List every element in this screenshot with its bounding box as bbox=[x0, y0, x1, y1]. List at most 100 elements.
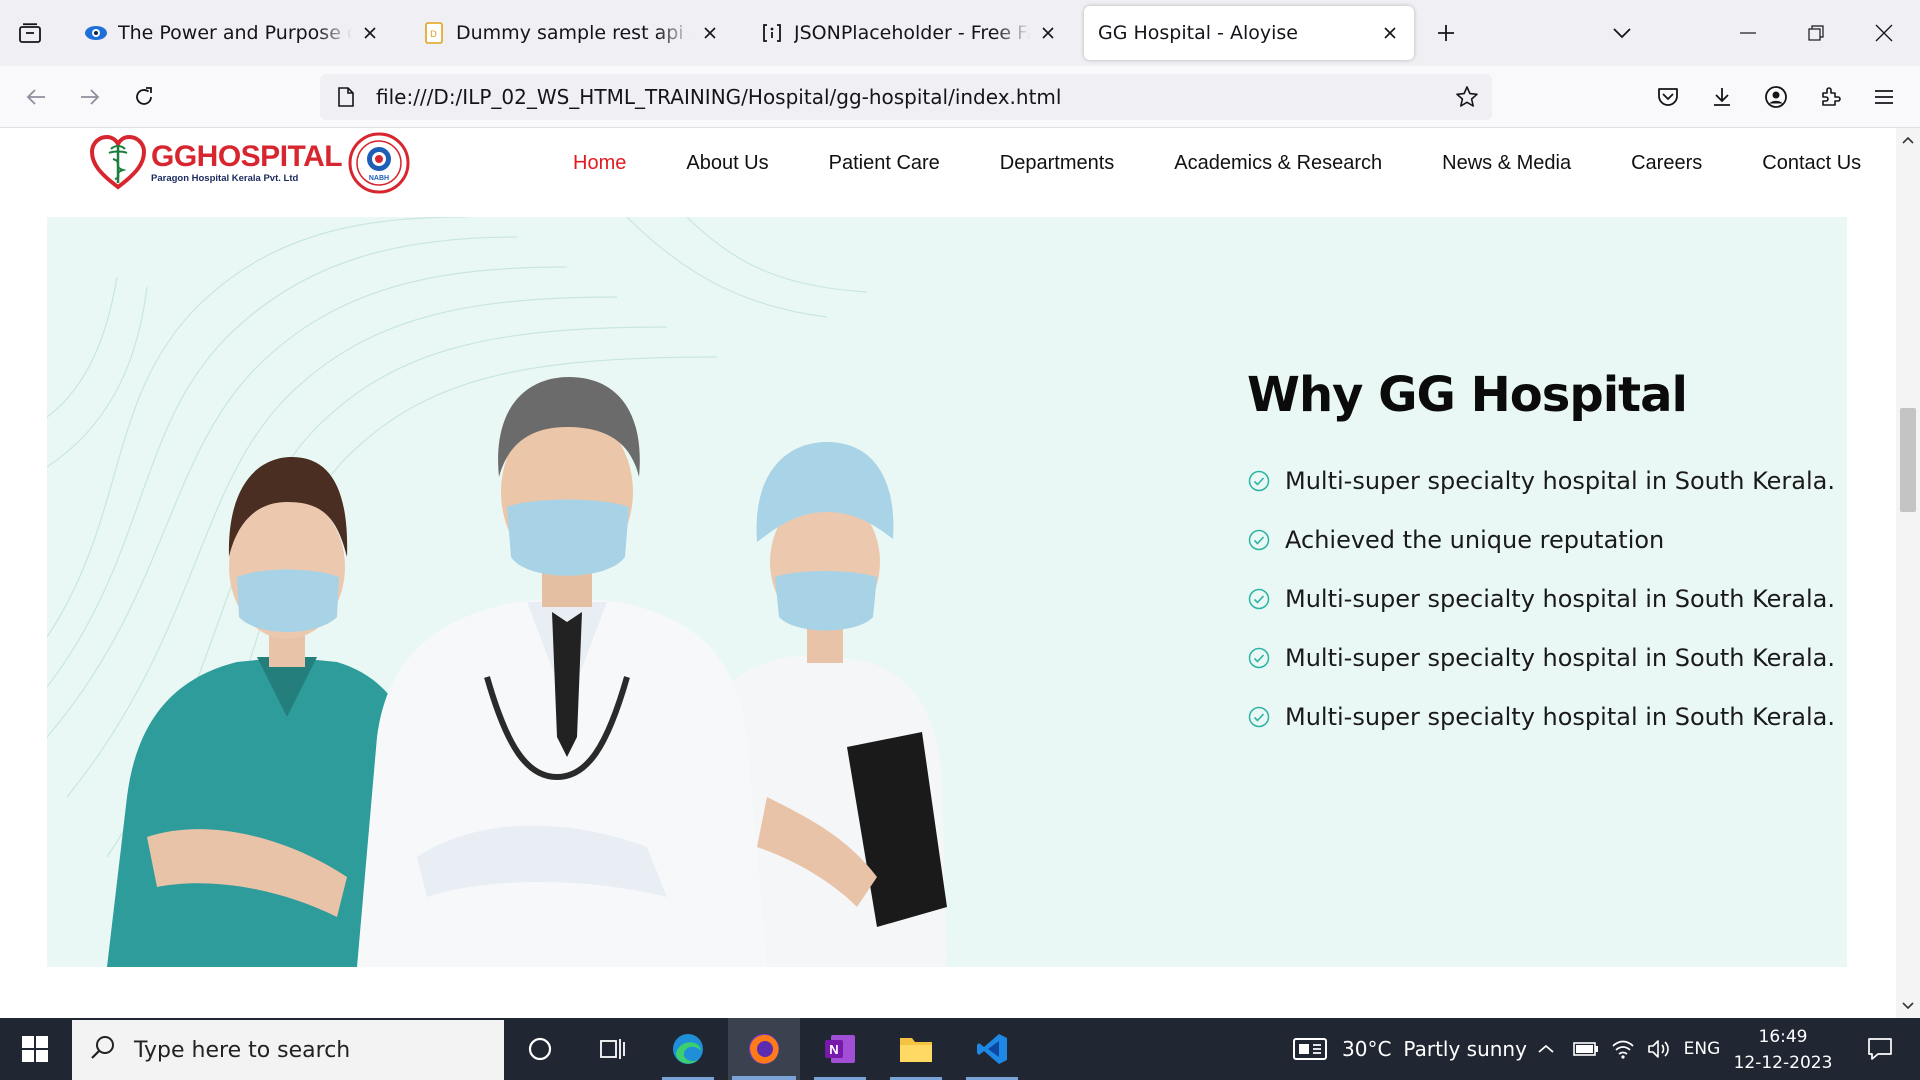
page-scrollbar[interactable] bbox=[1896, 128, 1920, 1018]
close-icon[interactable] bbox=[1036, 21, 1060, 45]
browser-tab[interactable]: JSONPlaceholder - Free Fake REST bbox=[746, 6, 1072, 60]
clock-date: 12-12-2023 bbox=[1733, 1053, 1833, 1073]
windows-taskbar: Type here to search N 30°C Partly sunny … bbox=[0, 1018, 1920, 1080]
list-item: Multi-super specialty hospital in South … bbox=[1247, 628, 1835, 687]
page-icon bbox=[334, 85, 358, 109]
check-circle-icon bbox=[1247, 705, 1271, 729]
download-icon[interactable] bbox=[1704, 79, 1740, 115]
tab-title: GG Hospital - Aloyise bbox=[1098, 22, 1298, 44]
check-circle-icon bbox=[1247, 528, 1271, 552]
doctor-figure-center bbox=[357, 377, 767, 967]
nav-careers[interactable]: Careers bbox=[1631, 152, 1702, 175]
clock-time: 16:49 bbox=[1758, 1027, 1808, 1047]
volume-icon[interactable] bbox=[1642, 1018, 1676, 1080]
svg-text:D: D bbox=[430, 30, 437, 40]
account-icon[interactable] bbox=[1758, 79, 1794, 115]
bookmark-star-icon[interactable] bbox=[1452, 82, 1482, 112]
browser-tab[interactable]: The Power and Purpose of Team bbox=[70, 6, 394, 60]
list-item-text: Multi-super specialty hospital in South … bbox=[1285, 643, 1836, 672]
windows-start-icon[interactable] bbox=[0, 1018, 70, 1080]
list-item-text: Multi-super specialty hospital in South … bbox=[1285, 466, 1836, 495]
site-header: GGHOSPITAL Paragon Hospital Kerala Pvt. … bbox=[47, 128, 1896, 202]
why-list: Multi-super specialty hospital in South … bbox=[1247, 451, 1835, 746]
address-bar[interactable]: file:///D:/ILP_02_WS_HTML_TRAINING/Hospi… bbox=[320, 74, 1492, 120]
extensions-icon[interactable] bbox=[1812, 79, 1848, 115]
list-item: Multi-super specialty hospital in South … bbox=[1247, 687, 1835, 746]
file-explorer-icon[interactable] bbox=[880, 1018, 952, 1080]
wifi-icon[interactable] bbox=[1606, 1018, 1640, 1080]
vscode-icon[interactable] bbox=[956, 1018, 1028, 1080]
nav-about-us[interactable]: About Us bbox=[686, 152, 768, 175]
chevron-up-icon[interactable] bbox=[1530, 1018, 1562, 1080]
nav-news-media[interactable]: News & Media bbox=[1442, 152, 1571, 175]
chevron-down-icon[interactable] bbox=[1604, 15, 1640, 51]
scroll-down-icon[interactable] bbox=[1900, 998, 1916, 1014]
edge-browser-icon[interactable] bbox=[652, 1018, 724, 1080]
firefox-icon[interactable] bbox=[728, 1018, 800, 1080]
task-view-icon[interactable] bbox=[576, 1018, 648, 1080]
onenote-icon[interactable]: N bbox=[804, 1018, 876, 1080]
browser-tab[interactable]: D Dummy sample rest api - dummy bbox=[408, 6, 734, 60]
tab-title: Dummy sample rest api - dummy bbox=[456, 22, 692, 44]
nav-contact-us[interactable]: Contact Us bbox=[1762, 152, 1861, 175]
close-icon[interactable] bbox=[698, 21, 722, 45]
tab-list-icon[interactable] bbox=[12, 15, 48, 51]
close-icon[interactable] bbox=[358, 21, 382, 45]
why-section: Why GG Hospital Multi-super specialty ho… bbox=[47, 217, 1847, 967]
list-item-text: Multi-super specialty hospital in South … bbox=[1285, 702, 1836, 731]
browser-tab-bar: The Power and Purpose of Team D Dummy sa… bbox=[0, 0, 1920, 66]
list-item: Achieved the unique reputation bbox=[1247, 510, 1835, 569]
medical-staff-illustration bbox=[107, 377, 947, 967]
eye-logo-icon bbox=[84, 21, 108, 45]
system-clock[interactable]: 16:49 12-12-2023 bbox=[1728, 1024, 1838, 1076]
forward-arrow-icon[interactable] bbox=[72, 79, 108, 115]
why-title: Why GG Hospital bbox=[1247, 367, 1688, 423]
back-arrow-icon[interactable] bbox=[18, 79, 54, 115]
nav-patient-care[interactable]: Patient Care bbox=[829, 152, 940, 175]
hamburger-menu-icon[interactable] bbox=[1866, 79, 1902, 115]
nav-home[interactable]: Home bbox=[573, 152, 626, 175]
caduceus-heart-icon bbox=[89, 134, 147, 190]
notifications-icon[interactable] bbox=[1850, 1018, 1910, 1080]
close-icon[interactable] bbox=[1378, 21, 1402, 45]
list-item-text: Multi-super specialty hospital in South … bbox=[1285, 584, 1836, 613]
minimize-icon[interactable] bbox=[1714, 0, 1782, 66]
logo-name: GGHOSPITAL bbox=[151, 140, 343, 173]
list-item: Multi-super specialty hospital in South … bbox=[1247, 569, 1835, 628]
weather-temp: 30°C bbox=[1342, 1037, 1392, 1061]
scroll-up-icon[interactable] bbox=[1900, 132, 1916, 148]
news-weather-icon bbox=[1290, 1034, 1330, 1064]
list-item-text: Achieved the unique reputation bbox=[1285, 525, 1665, 554]
tab-title: The Power and Purpose of Team bbox=[118, 22, 352, 44]
site-logo[interactable]: GGHOSPITAL Paragon Hospital Kerala Pvt. … bbox=[89, 132, 410, 194]
check-circle-icon bbox=[1247, 587, 1271, 611]
cortana-icon[interactable] bbox=[504, 1018, 576, 1080]
nabh-badge-icon: NABH bbox=[348, 132, 410, 194]
url-text: file:///D:/ILP_02_WS_HTML_TRAINING/Hospi… bbox=[376, 85, 1062, 109]
input-language[interactable]: ENG bbox=[1680, 1018, 1724, 1080]
tab-title: JSONPlaceholder - Free Fake REST bbox=[794, 22, 1030, 44]
nav-academics-research[interactable]: Academics & Research bbox=[1174, 152, 1382, 175]
page-viewport: GGHOSPITAL Paragon Hospital Kerala Pvt. … bbox=[0, 128, 1896, 1018]
site-nav: Home About Us Patient Care Departments A… bbox=[573, 152, 1896, 175]
brackets-favicon-icon bbox=[760, 21, 784, 45]
document-favicon-icon: D bbox=[422, 21, 446, 45]
weather-widget[interactable]: 30°C Partly sunny bbox=[1290, 1018, 1527, 1080]
pocket-icon[interactable] bbox=[1650, 79, 1686, 115]
logo-subtitle: Paragon Hospital Kerala Pvt. Ltd bbox=[151, 173, 299, 184]
browser-navbar: file:///D:/ILP_02_WS_HTML_TRAINING/Hospi… bbox=[0, 66, 1920, 128]
new-tab-icon[interactable] bbox=[1428, 15, 1464, 51]
window-close-icon[interactable] bbox=[1850, 0, 1918, 66]
scrollbar-thumb[interactable] bbox=[1900, 408, 1916, 512]
nav-departments[interactable]: Departments bbox=[1000, 152, 1115, 175]
browser-tab-active[interactable]: GG Hospital - Aloyise bbox=[1084, 6, 1414, 60]
taskbar-search-input[interactable]: Type here to search bbox=[72, 1020, 504, 1080]
check-circle-icon bbox=[1247, 469, 1271, 493]
battery-icon[interactable] bbox=[1568, 1018, 1604, 1080]
nabh-badge-text: NABH bbox=[369, 175, 389, 182]
reload-icon[interactable] bbox=[126, 79, 162, 115]
weather-condition: Partly sunny bbox=[1403, 1037, 1527, 1061]
restore-icon[interactable] bbox=[1782, 0, 1850, 66]
search-icon bbox=[90, 1035, 116, 1065]
list-item: Multi-super specialty hospital in South … bbox=[1247, 451, 1835, 510]
